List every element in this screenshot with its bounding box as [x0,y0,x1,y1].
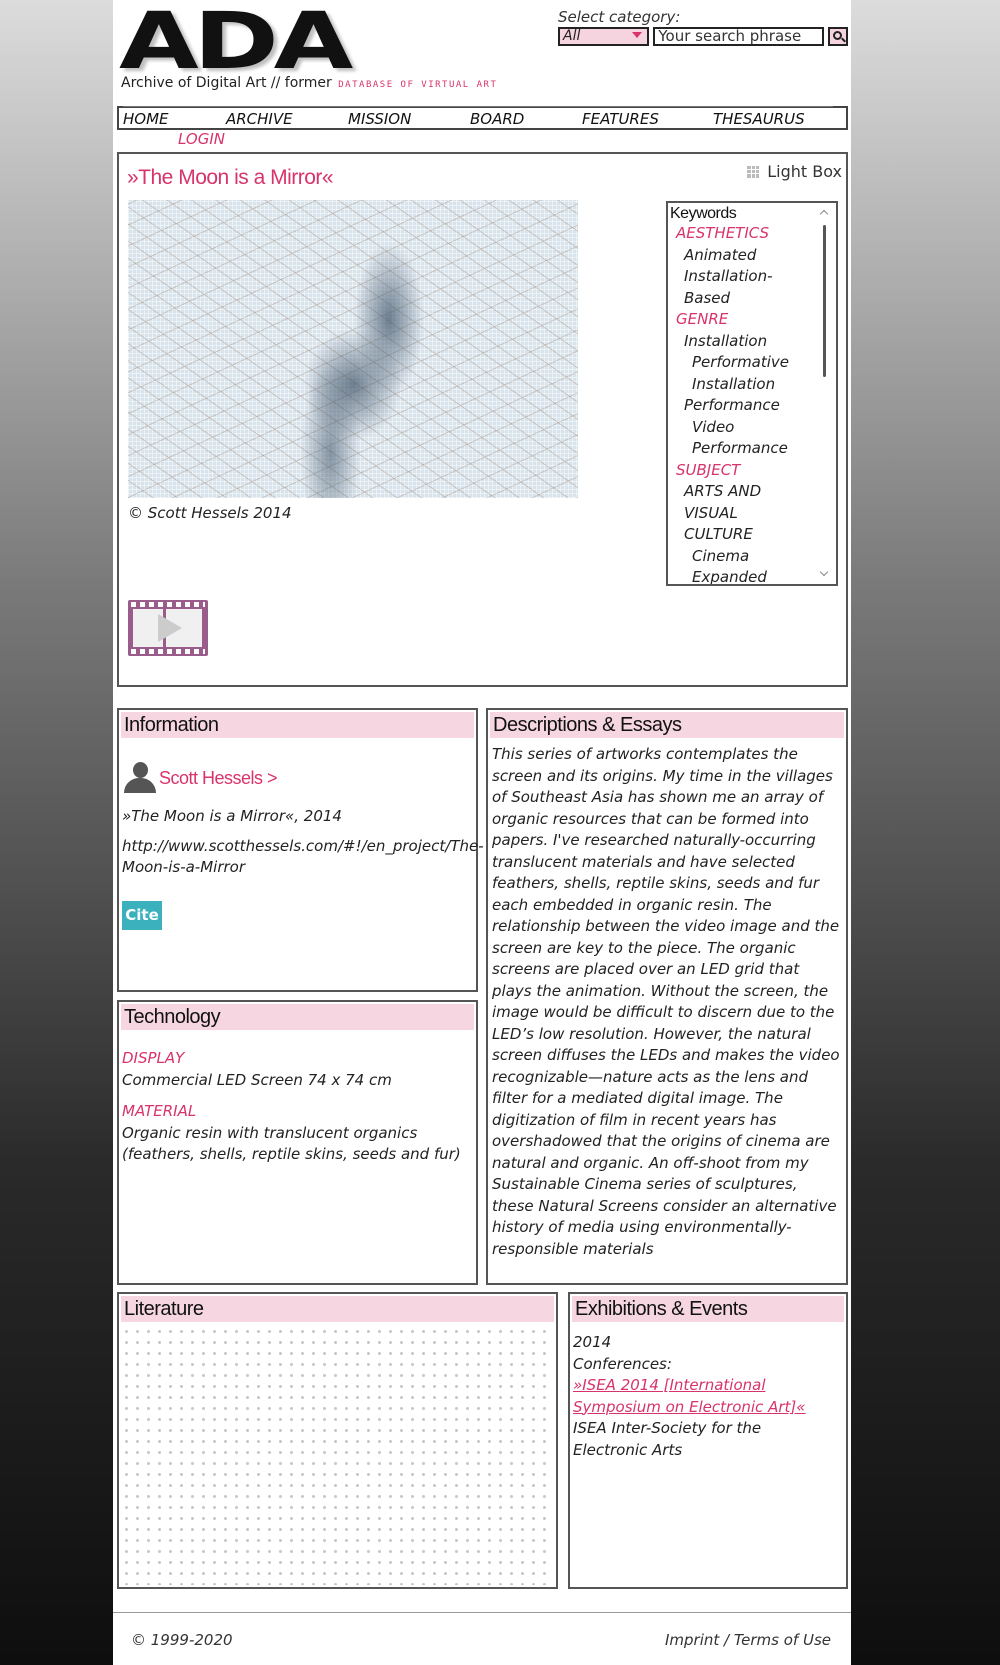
tagline: Archive of Digital Art // former databas… [121,75,497,91]
dropdown-arrow-icon [632,32,643,38]
scroll-thumb[interactable] [823,225,826,377]
footer-divider [113,1612,851,1613]
keyword-item[interactable]: Video [676,417,836,439]
literature-heading: Literature [121,1296,554,1322]
search-placeholder: Your search phrase [658,27,802,45]
login-link[interactable]: LOGIN [178,130,225,148]
artwork-title: »The Moon is a Mirror« [127,166,334,189]
keyword-item[interactable]: Performance [676,395,836,417]
information-heading: Information [121,712,474,738]
nav-archive[interactable]: ARCHIVE [226,106,348,128]
keyword-item[interactable]: Cinema [676,546,836,568]
material-value: Organic resin with translucent organics … [122,1123,461,1164]
keyword-category[interactable]: GENRE [676,309,836,331]
person-icon [123,762,156,794]
page: ADA Archive of Digital Art // former dat… [113,0,851,1665]
artist-name[interactable]: Scott Hessels > [159,768,278,789]
descriptions-box: Descriptions & Essays This series of art… [486,708,848,1285]
exhibition-type: Conferences: [573,1354,672,1373]
artwork-image[interactable] [128,200,578,498]
keyword-item[interactable]: Based [676,288,836,310]
logo-text: ADA [119,0,353,87]
technology-heading: Technology [121,1004,474,1030]
keyword-item[interactable]: Animated [676,245,836,267]
footer-links[interactable]: Imprint / Terms of Use [665,1631,831,1649]
grid-icon [747,165,760,178]
work-line: »The Moon is a Mirror«, 2014 [122,807,342,825]
exhibition-event-link[interactable]: »ISEA 2014 [International Symposium on E… [573,1376,806,1416]
keywords-list: AESTHETICS Animated Installation- Based GENR… [668,223,836,584]
keyword-item[interactable]: Installation [676,374,836,396]
lightbox-label: Light Box [767,162,842,181]
nav-mission[interactable]: MISSION [348,106,470,128]
search-input[interactable]: Your search phrase [653,27,825,46]
material-label[interactable]: MATERIAL [122,1101,476,1123]
artist-link[interactable]: Scott Hessels > [123,762,278,794]
keywords-title: Keywords [670,205,737,222]
cite-button[interactable]: Cite [122,901,162,930]
keyword-item[interactable]: Installation [676,331,836,353]
exhibitions-heading: Exhibitions & Events [572,1296,844,1322]
keyword-item[interactable]: VISUAL [676,503,836,525]
display-value: Commercial LED Screen 74 x 74 cm [122,1070,392,1089]
category-select[interactable]: All [558,27,650,46]
footer-copyright: © 1999-2020 [131,1631,233,1649]
keyword-item[interactable]: Performance [676,438,836,460]
keyword-item[interactable]: Expanded [676,567,836,584]
artwork-panel: »The Moon is a Mirror« Light Box © Scott… [117,152,848,687]
ada-logo[interactable]: ADA [119,3,353,81]
keyword-category[interactable]: AESTHETICS [676,223,836,245]
nav-thesaurus[interactable]: THESAURUS [713,106,833,128]
nav-home[interactable]: HOME [123,106,226,128]
keywords-box[interactable]: Keywords AESTHETICS Animated Installation-… [666,201,838,586]
keyword-category[interactable]: SUBJECT [676,460,836,482]
video-film-icon[interactable] [128,600,208,656]
select-category-label: Select category: [558,8,681,26]
lightbox-button[interactable]: Light Box [747,162,842,181]
keyword-item[interactable]: CULTURE [676,524,836,546]
exhibition-organizer: ISEA Inter-Society for the Electronic Ar… [573,1419,762,1459]
play-icon [158,614,182,642]
exhibitions-box: Exhibitions & Events 2014 Conferences: »… [568,1292,848,1589]
display-label[interactable]: DISPLAY [122,1048,476,1070]
main-nav: HOME ARCHIVE MISSION BOARD FEATURES THES… [117,106,848,130]
description-text: This series of artworks contemplates the… [492,745,840,1258]
artist-url[interactable]: http://www.scotthessels.com/#!/en_projec… [122,836,484,878]
literature-box: Literature [117,1292,558,1589]
keyword-item[interactable]: Installation- [676,266,836,288]
keywords-scrollbar[interactable] [819,207,830,579]
information-box: Information Scott Hessels > »The Moon is… [117,708,484,992]
scroll-down-icon[interactable] [819,567,829,577]
keyword-item[interactable]: Performative [676,352,836,374]
tagline-text: Archive of Digital Art // former [121,75,332,91]
image-copyright: © Scott Hessels 2014 [128,504,292,522]
nav-board[interactable]: BOARD [470,106,582,128]
technology-box: Technology DISPLAY Commercial LED Screen… [117,1000,478,1285]
descriptions-heading: Descriptions & Essays [490,712,844,738]
keyword-item[interactable]: ARTS AND [676,481,836,503]
tagline-database: database of virtual art [338,80,498,90]
dot-pattern [121,1326,554,1585]
nav-features[interactable]: FEATURES [582,106,713,128]
category-select-value: All [563,28,581,44]
scroll-up-icon[interactable] [819,209,829,219]
exhibition-year: 2014 [573,1333,612,1351]
search-button[interactable] [828,27,848,46]
search-area: Select category: All Your search phrase [558,8,848,46]
